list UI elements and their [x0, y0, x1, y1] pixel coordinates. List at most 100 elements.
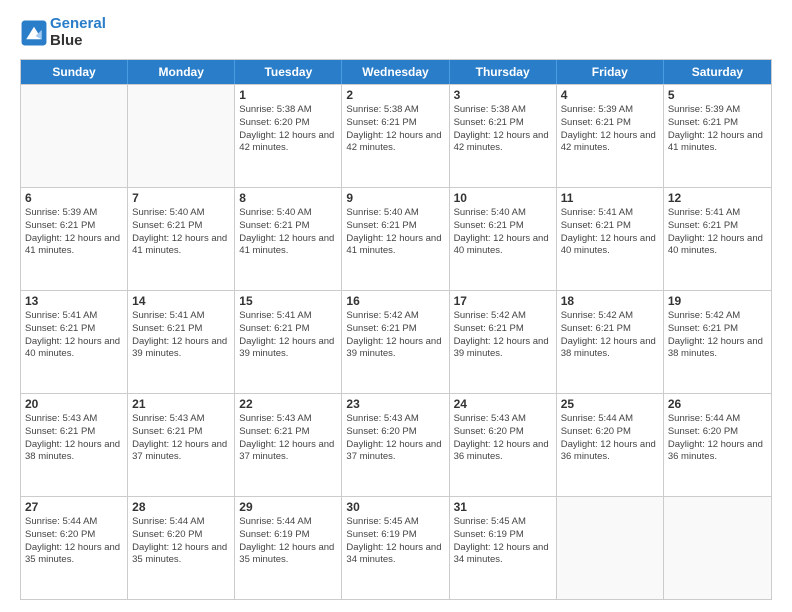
week-row-5: 27Sunrise: 5:44 AMSunset: 6:20 PMDayligh… — [21, 496, 771, 599]
daylight-text: Daylight: 12 hours and 40 minutes. — [561, 233, 659, 259]
sunset-text: Sunset: 6:21 PM — [25, 220, 123, 233]
day-cell-14: 14Sunrise: 5:41 AMSunset: 6:21 PMDayligh… — [128, 291, 235, 393]
day-number: 19 — [668, 294, 767, 308]
sunrise-text: Sunrise: 5:41 AM — [668, 207, 767, 220]
sunrise-text: Sunrise: 5:45 AM — [454, 516, 552, 529]
daylight-text: Daylight: 12 hours and 37 minutes. — [346, 439, 444, 465]
sunrise-text: Sunrise: 5:39 AM — [561, 104, 659, 117]
day-cell-22: 22Sunrise: 5:43 AMSunset: 6:21 PMDayligh… — [235, 394, 342, 496]
day-number: 3 — [454, 88, 552, 102]
sunset-text: Sunset: 6:20 PM — [561, 426, 659, 439]
calendar-header: SundayMondayTuesdayWednesdayThursdayFrid… — [21, 60, 771, 84]
day-header-monday: Monday — [128, 60, 235, 84]
daylight-text: Daylight: 12 hours and 41 minutes. — [346, 233, 444, 259]
sunrise-text: Sunrise: 5:43 AM — [25, 413, 123, 426]
day-number: 15 — [239, 294, 337, 308]
sunset-text: Sunset: 6:19 PM — [346, 529, 444, 542]
day-number: 16 — [346, 294, 444, 308]
sunset-text: Sunset: 6:21 PM — [239, 426, 337, 439]
day-number: 14 — [132, 294, 230, 308]
daylight-text: Daylight: 12 hours and 40 minutes. — [454, 233, 552, 259]
sunset-text: Sunset: 6:21 PM — [239, 220, 337, 233]
day-number: 18 — [561, 294, 659, 308]
day-number: 2 — [346, 88, 444, 102]
day-cell-3: 3Sunrise: 5:38 AMSunset: 6:21 PMDaylight… — [450, 85, 557, 187]
empty-cell — [21, 85, 128, 187]
logo-text: General Blue — [50, 16, 106, 49]
sunrise-text: Sunrise: 5:40 AM — [454, 207, 552, 220]
daylight-text: Daylight: 12 hours and 42 minutes. — [561, 130, 659, 156]
daylight-text: Daylight: 12 hours and 39 minutes. — [132, 336, 230, 362]
day-number: 29 — [239, 500, 337, 514]
day-number: 5 — [668, 88, 767, 102]
sunset-text: Sunset: 6:19 PM — [454, 529, 552, 542]
sunrise-text: Sunrise: 5:45 AM — [346, 516, 444, 529]
daylight-text: Daylight: 12 hours and 41 minutes. — [132, 233, 230, 259]
header: General Blue — [20, 16, 772, 49]
sunrise-text: Sunrise: 5:43 AM — [132, 413, 230, 426]
sunrise-text: Sunrise: 5:43 AM — [346, 413, 444, 426]
daylight-text: Daylight: 12 hours and 35 minutes. — [132, 542, 230, 568]
daylight-text: Daylight: 12 hours and 42 minutes. — [239, 130, 337, 156]
daylight-text: Daylight: 12 hours and 34 minutes. — [454, 542, 552, 568]
day-cell-2: 2Sunrise: 5:38 AMSunset: 6:21 PMDaylight… — [342, 85, 449, 187]
calendar-body: 1Sunrise: 5:38 AMSunset: 6:20 PMDaylight… — [21, 84, 771, 599]
sunset-text: Sunset: 6:19 PM — [239, 529, 337, 542]
daylight-text: Daylight: 12 hours and 41 minutes. — [239, 233, 337, 259]
day-number: 21 — [132, 397, 230, 411]
day-number: 10 — [454, 191, 552, 205]
day-header-sunday: Sunday — [21, 60, 128, 84]
day-cell-4: 4Sunrise: 5:39 AMSunset: 6:21 PMDaylight… — [557, 85, 664, 187]
day-cell-19: 19Sunrise: 5:42 AMSunset: 6:21 PMDayligh… — [664, 291, 771, 393]
empty-cell — [128, 85, 235, 187]
day-number: 20 — [25, 397, 123, 411]
sunrise-text: Sunrise: 5:41 AM — [561, 207, 659, 220]
day-cell-7: 7Sunrise: 5:40 AMSunset: 6:21 PMDaylight… — [128, 188, 235, 290]
sunset-text: Sunset: 6:20 PM — [346, 426, 444, 439]
day-number: 25 — [561, 397, 659, 411]
day-cell-15: 15Sunrise: 5:41 AMSunset: 6:21 PMDayligh… — [235, 291, 342, 393]
daylight-text: Daylight: 12 hours and 38 minutes. — [668, 336, 767, 362]
daylight-text: Daylight: 12 hours and 42 minutes. — [346, 130, 444, 156]
day-cell-12: 12Sunrise: 5:41 AMSunset: 6:21 PMDayligh… — [664, 188, 771, 290]
day-cell-16: 16Sunrise: 5:42 AMSunset: 6:21 PMDayligh… — [342, 291, 449, 393]
day-number: 27 — [25, 500, 123, 514]
sunrise-text: Sunrise: 5:44 AM — [239, 516, 337, 529]
daylight-text: Daylight: 12 hours and 36 minutes. — [454, 439, 552, 465]
day-number: 26 — [668, 397, 767, 411]
empty-cell — [664, 497, 771, 599]
day-cell-27: 27Sunrise: 5:44 AMSunset: 6:20 PMDayligh… — [21, 497, 128, 599]
sunrise-text: Sunrise: 5:40 AM — [239, 207, 337, 220]
sunset-text: Sunset: 6:21 PM — [25, 323, 123, 336]
day-cell-29: 29Sunrise: 5:44 AMSunset: 6:19 PMDayligh… — [235, 497, 342, 599]
day-cell-1: 1Sunrise: 5:38 AMSunset: 6:20 PMDaylight… — [235, 85, 342, 187]
day-cell-17: 17Sunrise: 5:42 AMSunset: 6:21 PMDayligh… — [450, 291, 557, 393]
day-number: 7 — [132, 191, 230, 205]
sunrise-text: Sunrise: 5:42 AM — [454, 310, 552, 323]
daylight-text: Daylight: 12 hours and 34 minutes. — [346, 542, 444, 568]
day-cell-13: 13Sunrise: 5:41 AMSunset: 6:21 PMDayligh… — [21, 291, 128, 393]
sunset-text: Sunset: 6:21 PM — [346, 323, 444, 336]
day-cell-26: 26Sunrise: 5:44 AMSunset: 6:20 PMDayligh… — [664, 394, 771, 496]
week-row-1: 1Sunrise: 5:38 AMSunset: 6:20 PMDaylight… — [21, 84, 771, 187]
day-number: 11 — [561, 191, 659, 205]
logo-icon — [20, 19, 48, 47]
sunrise-text: Sunrise: 5:40 AM — [346, 207, 444, 220]
sunrise-text: Sunrise: 5:41 AM — [239, 310, 337, 323]
sunset-text: Sunset: 6:21 PM — [668, 220, 767, 233]
day-header-saturday: Saturday — [664, 60, 771, 84]
day-number: 17 — [454, 294, 552, 308]
sunset-text: Sunset: 6:21 PM — [561, 323, 659, 336]
sunrise-text: Sunrise: 5:38 AM — [239, 104, 337, 117]
daylight-text: Daylight: 12 hours and 40 minutes. — [25, 336, 123, 362]
daylight-text: Daylight: 12 hours and 36 minutes. — [668, 439, 767, 465]
day-number: 1 — [239, 88, 337, 102]
day-cell-9: 9Sunrise: 5:40 AMSunset: 6:21 PMDaylight… — [342, 188, 449, 290]
sunset-text: Sunset: 6:20 PM — [132, 529, 230, 542]
daylight-text: Daylight: 12 hours and 39 minutes. — [346, 336, 444, 362]
sunrise-text: Sunrise: 5:38 AM — [454, 104, 552, 117]
sunset-text: Sunset: 6:21 PM — [132, 426, 230, 439]
sunrise-text: Sunrise: 5:43 AM — [454, 413, 552, 426]
sunrise-text: Sunrise: 5:39 AM — [668, 104, 767, 117]
sunrise-text: Sunrise: 5:41 AM — [25, 310, 123, 323]
